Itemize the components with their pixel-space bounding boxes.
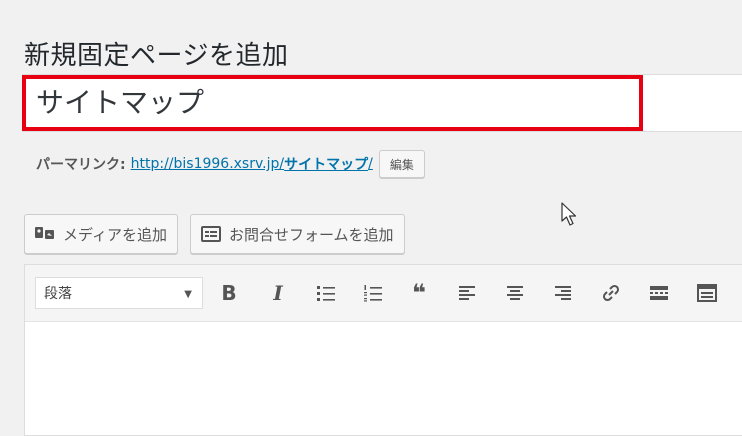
align-center-icon[interactable] [501, 279, 529, 307]
align-left-icon[interactable] [453, 279, 481, 307]
more-tag-icon[interactable] [645, 279, 673, 307]
align-right-icon[interactable] [549, 279, 577, 307]
toolbar-toggle-icon[interactable] [693, 279, 721, 307]
link-icon[interactable] [597, 279, 625, 307]
permalink-trailing-slash[interactable]: / [368, 156, 373, 172]
content-editor: 段落 ▼ B I ❝ [24, 264, 742, 436]
editor-toolbar: 段落 ▼ B I ❝ [25, 265, 742, 322]
permalink-row: パーマリンク: http://bis1996.xsrv.jp/サイトマップ / 編… [36, 150, 425, 178]
permalink-label: パーマリンク: [36, 157, 126, 173]
permalink-base-link[interactable]: http://bis1996.xsrv.jp/ [131, 156, 285, 172]
media-buttons: メディアを追加 お問合せフォームを追加 [24, 214, 405, 254]
editor-content-area[interactable] [25, 322, 742, 432]
page-title: 新規固定ページを追加 [24, 41, 289, 72]
italic-icon[interactable]: I [264, 279, 292, 307]
format-select-value: 段落 [44, 286, 72, 302]
blockquote-icon[interactable]: ❝ [405, 279, 433, 307]
chevron-down-icon: ▼ [184, 289, 192, 300]
add-contact-form-button[interactable]: お問合せフォームを追加 [189, 214, 405, 254]
bullet-list-icon[interactable] [312, 279, 340, 307]
permalink-slug-link[interactable]: サイトマップ [284, 154, 368, 174]
add-media-icon [33, 224, 57, 244]
add-media-button[interactable]: メディアを追加 [24, 214, 178, 254]
mouse-cursor-icon [561, 202, 577, 226]
numbered-list-icon[interactable] [359, 279, 387, 307]
title-field-container: サイトマップ [22, 74, 742, 132]
add-contact-form-label: お問合せフォームを追加 [228, 225, 394, 244]
title-input[interactable]: サイトマップ [22, 75, 643, 131]
permalink-edit-button[interactable]: 編集 [378, 150, 425, 178]
add-media-label: メディアを追加 [63, 225, 167, 244]
bold-icon[interactable]: B [215, 279, 243, 307]
form-icon [199, 224, 223, 244]
format-select[interactable]: 段落 ▼ [35, 277, 203, 309]
